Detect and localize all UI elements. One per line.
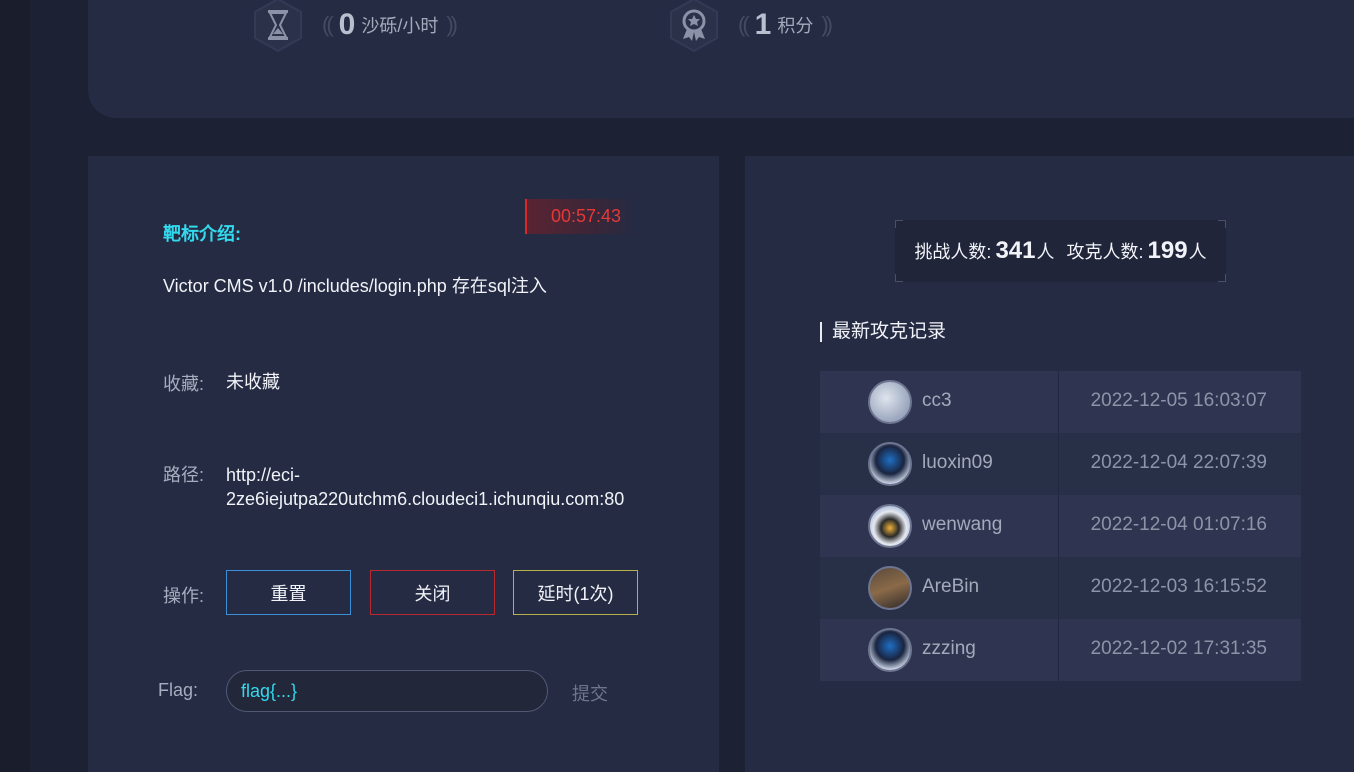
avatar[interactable] [868,380,912,424]
solvers-count: 199 [1147,237,1188,264]
target-intro-title: 靶标介绍: [163,224,241,244]
challengers-unit: 人 [1036,242,1055,262]
list-item: cc3 2022-12-05 16:03:07 [820,371,1301,433]
latest-solves-title: 最新攻克记录 [820,322,946,342]
latest-solves-list: cc3 2022-12-05 16:03:07 luoxin09 2022-12… [820,371,1301,681]
close-button[interactable]: 关闭 [370,570,495,615]
solvers-unit: 人 [1188,242,1207,262]
avatar[interactable] [868,442,912,486]
points-pill: (( 1 积分 )) [738,8,833,41]
solve-time: 2022-12-04 22:07:39 [1090,452,1267,473]
challengers-count: 341 [995,237,1036,264]
username-link[interactable]: wenwang [922,514,1002,536]
points-value: 1 [754,8,772,41]
sand-rate-value: 0 [338,8,356,41]
challengers-label: 挑战人数: [914,242,992,262]
avatar[interactable] [868,566,912,610]
extend-time-button[interactable]: 延时(1次) [513,570,638,615]
solve-time: 2022-12-05 16:03:07 [1090,390,1267,411]
solve-time: 2022-12-03 16:15:52 [1090,576,1267,597]
solve-time: 2022-12-02 17:31:35 [1090,638,1267,659]
list-item: zzzing 2022-12-02 17:31:35 [820,619,1301,681]
list-item: wenwang 2022-12-04 01:07:16 [820,495,1301,557]
avatar[interactable] [868,504,912,548]
sand-rate-stat: (( 0 沙砾/小时 )) [250,0,458,53]
participant-counts: 挑战人数: 341 人 攻克人数: 199 人 [895,220,1226,282]
reset-button[interactable]: 重置 [226,570,351,615]
list-item: luoxin09 2022-12-04 22:07:39 [820,433,1301,495]
solve-time: 2022-12-04 01:07:16 [1090,514,1267,535]
flag-input[interactable] [226,670,548,712]
award-badge-icon [666,0,722,53]
hourglass-icon [250,0,306,53]
username-link[interactable]: luoxin09 [922,452,993,474]
username-link[interactable]: AreBin [922,576,979,598]
avatar[interactable] [868,628,912,672]
path-label: 路径: [163,465,205,485]
target-url-link[interactable]: http://eci- 2ze6iejutpa220utchm6.cloudec… [226,463,624,511]
sand-rate-unit: 沙砾/小时 [361,16,439,36]
stats-panel: 挑战人数: 341 人 攻克人数: 199 人 最新攻克记录 cc3 2022-… [745,156,1354,772]
favorite-toggle[interactable]: 未收藏 [226,370,280,394]
points-stat: (( 1 积分 )) [666,0,833,53]
favorite-label: 收藏: [163,374,205,394]
target-panel: 靶标介绍: 00:57:43 Victor CMS v1.0 /includes… [88,156,719,772]
flag-label: Flag: [158,680,199,700]
sand-rate-pill: (( 0 沙砾/小时 )) [322,8,458,41]
points-unit: 积分 [777,16,814,36]
user-stats-card: (( 0 沙砾/小时 )) (( 1 积分 )) [88,0,1354,118]
left-gutter [0,0,30,772]
username-link[interactable]: cc3 [922,390,952,412]
submit-flag-button[interactable]: 提交 [572,680,608,706]
target-url-line2: 2ze6iejutpa220utchm6.cloudeci1.ichunqiu.… [226,489,625,509]
username-link[interactable]: zzzing [922,638,976,660]
target-url-line1: http://eci- [226,465,301,485]
list-item: AreBin 2022-12-03 16:15:52 [820,557,1301,619]
target-description: Victor CMS v1.0 /includes/login.php 存在sq… [163,276,547,296]
solvers-label: 攻克人数: [1066,242,1144,262]
operations-label: 操作: [163,586,205,606]
countdown-timer: 00:57:43 [525,199,635,234]
